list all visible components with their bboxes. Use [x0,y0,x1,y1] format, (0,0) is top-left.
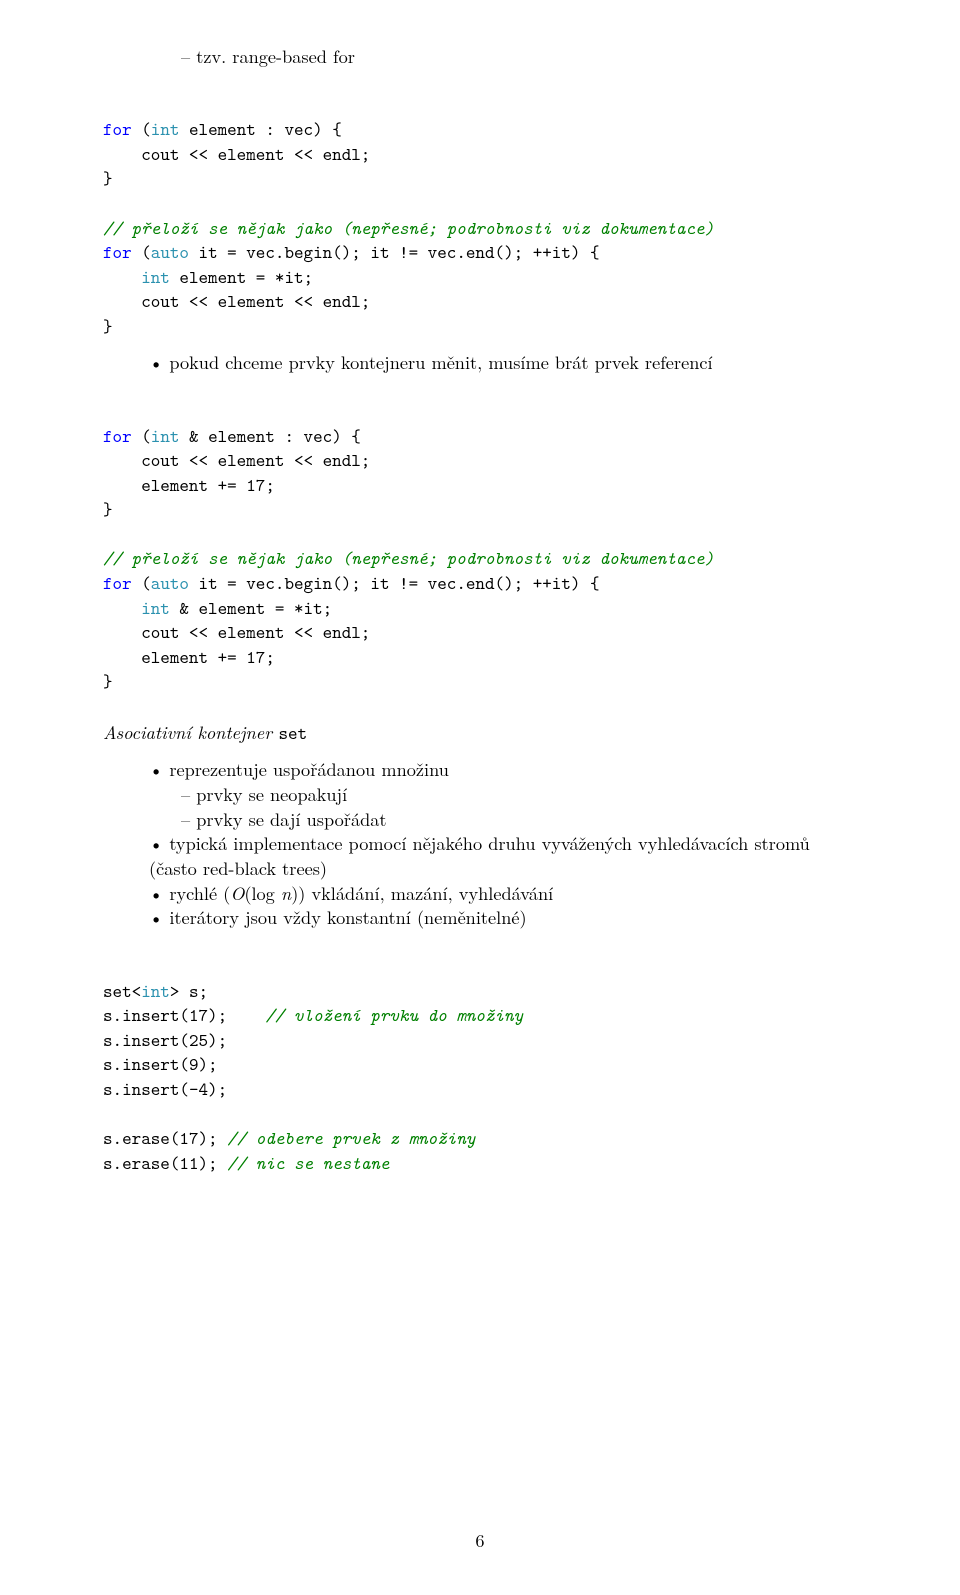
comment: // nic se nestane [227,1151,389,1175]
code-line: cout << element << endl; [103,289,370,313]
type-int: int [151,117,180,141]
t: & element : vec) { [179,424,360,448]
t [103,596,141,620]
section-title-mono: set [278,721,307,745]
document-page: tzv. range-based for for (int element : … [0,0,960,1595]
section-title-italic: Asociativní kontejner [103,719,278,745]
t: s.insert( [103,1077,189,1101]
t: element += [103,645,246,669]
type-int: int [141,265,170,289]
t: set< [103,979,141,1003]
t: element += [103,473,246,497]
t: ); [208,1003,265,1027]
t: element : vec) { [179,117,341,141]
t [103,265,141,289]
math-O: O [230,880,244,906]
keyword-for: for [103,240,132,264]
code-block-1: for (int element : vec) { cout << elemen… [103,93,854,339]
bullet-item: iterátory jsou vždy konstantní (neměnite… [103,905,854,930]
number-17: 17 [179,1126,198,1150]
comment: // přeloží se nějak jako (nepřesné; podr… [103,546,714,570]
dash-item: prvky se dají uspořádat [103,807,854,832]
t: ( [132,571,151,595]
set-bullets: reprezentuje uspořádanou množinu prvky s… [103,757,854,930]
code-line: cout << element << endl; [103,448,370,472]
t: s.insert( [103,1052,189,1076]
keyword-for: for [103,424,132,448]
type-int: int [141,596,170,620]
t: s.erase( [103,1151,179,1175]
code-line: } [103,669,113,693]
comment: // vložení prvku do množiny [265,1003,523,1027]
number-9: 9 [189,1052,199,1076]
t: (log [244,880,281,906]
type-int: int [151,424,180,448]
number-17: 17 [189,1003,208,1027]
t: ); [208,1077,227,1101]
code-block-3: set<int> s; s.insert(17); // vložení prv… [103,954,854,1175]
code-line: } [103,314,113,338]
keyword-for: for [103,117,132,141]
number-17: 17 [246,645,265,669]
bullet-item: reprezentuje uspořádanou množinu [103,757,854,782]
top-dash-item: tzv. range-based for [103,44,854,69]
number-11: 11 [179,1151,198,1175]
bullet-item: rychlé (O(log n)) vkládání, mazání, vyhl… [103,881,854,906]
code-line: } [103,166,113,190]
t: > s; [170,979,208,1003]
t: & element = *it; [170,596,332,620]
t: element = *it; [170,265,313,289]
comment: // odebere prvek z množiny [227,1126,475,1150]
t: rychlé ( [169,880,230,906]
type-auto: auto [151,240,189,264]
section-heading: Asociativní kontejner set [103,720,854,746]
t: it = vec.begin(); it != vec.end(); ++it)… [189,571,600,595]
t: )) vkládání, mazání, vyhledávání [291,880,553,906]
t: s.insert( [103,1028,189,1052]
type-auto: auto [151,571,189,595]
t: ( [132,117,151,141]
t: ); [199,1151,228,1175]
bullet-item: pokud chceme prvky kontejneru měnit, mus… [103,350,854,375]
code-line: cout << element << endl; [103,142,370,166]
t: ); [199,1052,218,1076]
t: ( [132,424,151,448]
number-neg4: -4 [189,1077,208,1101]
code-line: cout << element << endl; [103,620,370,644]
page-number: 6 [0,1528,960,1553]
t: it = vec.begin(); it != vec.end(); ++it)… [189,240,600,264]
t: s.erase( [103,1126,179,1150]
bullet-item: typická implementace pomocí nějakého dru… [103,831,854,880]
code-block-2: for (int & element : vec) { cout << elem… [103,399,854,694]
t: ); [199,1126,228,1150]
dash-item: prvky se neopakují [103,782,854,807]
number-17: 17 [246,473,265,497]
math-n: n [281,880,291,906]
t: s.insert( [103,1003,189,1027]
type-int: int [141,979,170,1003]
comment: // přeloží se nějak jako (nepřesné; podr… [103,216,714,240]
t: ; [265,473,275,497]
t: ( [132,240,151,264]
t: ); [208,1028,227,1052]
t: ; [265,645,275,669]
number-25: 25 [189,1028,208,1052]
code-line: } [103,497,113,521]
keyword-for: for [103,571,132,595]
